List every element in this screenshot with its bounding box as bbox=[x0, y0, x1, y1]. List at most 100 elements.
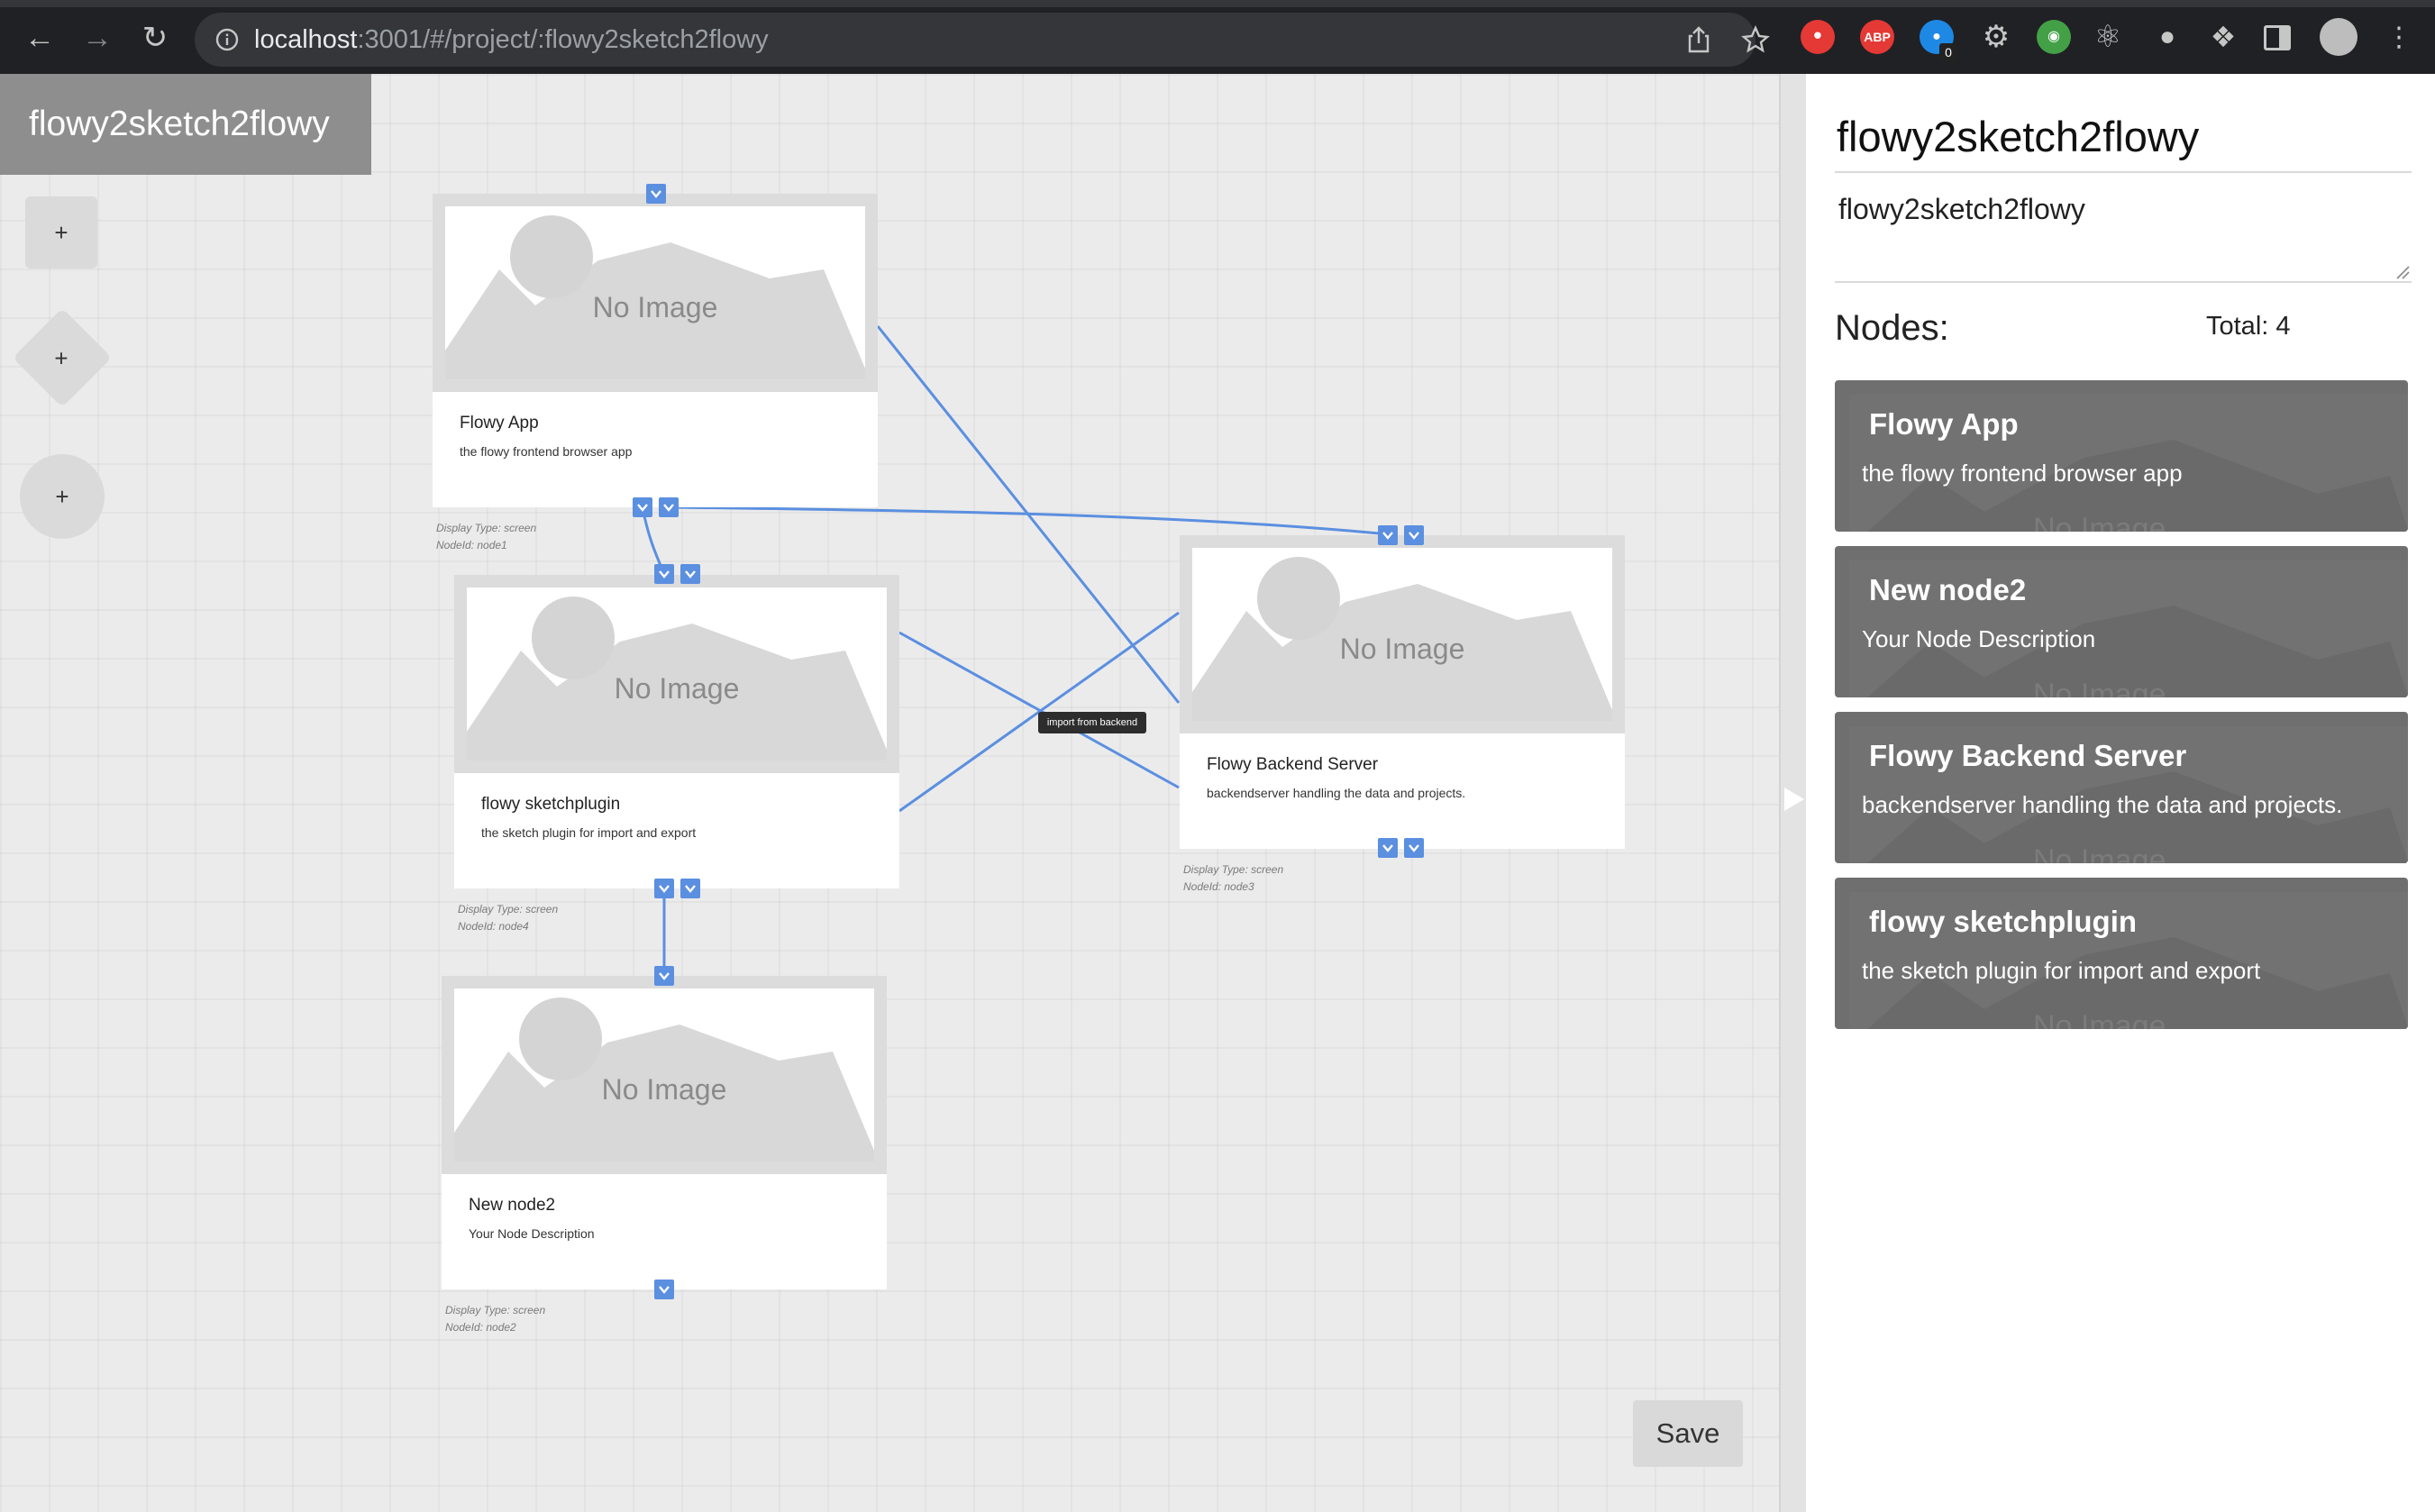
adblock-icon[interactable]: ABP bbox=[1860, 20, 1894, 54]
list-item-description: the sketch plugin for import and export bbox=[1862, 957, 2261, 984]
back-icon[interactable]: ← bbox=[20, 18, 59, 58]
node-title: New node2 bbox=[469, 1196, 556, 1215]
chevron-down-icon bbox=[651, 190, 661, 198]
connection-handle[interactable] bbox=[654, 564, 674, 584]
project-side-panel: flowy2sketch2flowy Nodes: Total: 4 No Im… bbox=[1806, 74, 2435, 1512]
placeholder-frame: No Image bbox=[467, 587, 887, 761]
kebab-menu-icon[interactable]: ⋮ bbox=[2379, 18, 2419, 58]
list-item-title: New node2 bbox=[1869, 573, 2027, 606]
list-item-description: backendserver handling the data and proj… bbox=[1862, 791, 2343, 818]
bubbles-extension-icon[interactable]: ● bbox=[2150, 20, 2184, 54]
react-devtools-icon[interactable]: ⚛ bbox=[2091, 20, 2125, 54]
panel-splitter[interactable] bbox=[1779, 74, 1806, 1512]
forward-icon[interactable]: → bbox=[78, 18, 117, 58]
gear-extension-icon[interactable]: ⚙ bbox=[1979, 20, 2013, 54]
node-title: Flowy App bbox=[460, 414, 539, 433]
connection-handle[interactable] bbox=[654, 879, 674, 898]
chevron-down-icon bbox=[659, 570, 670, 578]
bookmark-star-icon[interactable] bbox=[1741, 25, 1770, 54]
nodes-total: Total: 4 bbox=[2206, 312, 2291, 341]
list-item-description: the flowy frontend browser app bbox=[1862, 460, 2183, 487]
node-image-placeholder: No Image bbox=[1180, 535, 1625, 733]
chevron-down-icon bbox=[1382, 532, 1393, 540]
node-meta: Display Type: screen NodeId: node4 bbox=[458, 901, 558, 935]
save-button[interactable]: Save bbox=[1633, 1400, 1743, 1467]
connection-handle[interactable] bbox=[680, 879, 700, 898]
connection-handle[interactable] bbox=[1404, 838, 1424, 858]
node-list-item[interactable]: No Image flowy sketchplugin the sketch p… bbox=[1835, 878, 2408, 1029]
tab-strip bbox=[0, 0, 2435, 7]
no-image-text: No Image bbox=[1339, 633, 1465, 665]
connection-handle[interactable] bbox=[1378, 525, 1398, 545]
side-panel-icon[interactable] bbox=[2264, 25, 2291, 50]
side-panel-icon-fill bbox=[2279, 28, 2288, 48]
no-image-text: No Image bbox=[592, 291, 718, 323]
puzzle-extensions-icon[interactable]: ❖ bbox=[2206, 20, 2240, 54]
connection-handle[interactable] bbox=[1378, 838, 1398, 858]
placeholder-frame: No Image bbox=[445, 206, 865, 379]
connection-handle[interactable] bbox=[646, 184, 666, 204]
reload-icon[interactable]: ↻ bbox=[135, 18, 175, 58]
node-id: NodeId: node2 bbox=[445, 1321, 516, 1334]
node-list-item[interactable]: No Image New node2 Your Node Description bbox=[1835, 546, 2408, 697]
project-title[interactable]: flowy2sketch2flowy bbox=[1837, 112, 2199, 161]
list-item-title: Flowy App bbox=[1869, 407, 2019, 441]
node-display-type: Display Type: screen bbox=[445, 1304, 546, 1316]
no-image-ghost: No Image bbox=[2033, 678, 2166, 697]
node-card: Flowy Backend Server backendserver handl… bbox=[1180, 733, 1625, 849]
no-image-text: No Image bbox=[614, 672, 740, 705]
nodes-heading: Nodes: bbox=[1835, 308, 1949, 348]
node-description: the sketch plugin for import and export bbox=[481, 825, 697, 840]
node-description: Your Node Description bbox=[469, 1226, 595, 1241]
node-display-type: Display Type: screen bbox=[1183, 863, 1284, 876]
node-id: NodeId: node1 bbox=[436, 539, 507, 551]
url-host: localhost bbox=[254, 25, 358, 54]
connection-handle[interactable] bbox=[680, 564, 700, 584]
chevron-down-icon bbox=[685, 885, 696, 893]
node-title: Flowy Backend Server bbox=[1207, 755, 1379, 774]
node-list-item[interactable]: No Image Flowy App the flowy frontend br… bbox=[1835, 380, 2408, 532]
project-description-field[interactable] bbox=[1835, 189, 2412, 283]
node-meta: Display Type: screen NodeId: node1 bbox=[436, 520, 536, 554]
placeholder-frame: No Image bbox=[1192, 548, 1612, 721]
connection-handle[interactable] bbox=[659, 497, 679, 517]
site-info-icon[interactable] bbox=[214, 27, 240, 52]
globe-extension-icon[interactable]: ◉ bbox=[2037, 20, 2071, 54]
address-bar[interactable]: localhost:3001/#/project/:flowy2sketch2f… bbox=[195, 13, 1770, 67]
connection-handle[interactable] bbox=[633, 497, 652, 517]
placeholder-frame: No Image bbox=[454, 988, 874, 1161]
chevron-down-icon bbox=[637, 504, 648, 512]
chevron-down-icon bbox=[659, 885, 670, 893]
add-circle-node-button[interactable]: + bbox=[20, 454, 105, 539]
resize-grip-icon[interactable] bbox=[2395, 265, 2410, 279]
connection-handle[interactable] bbox=[1404, 525, 1424, 545]
node-image-placeholder: No Image bbox=[433, 194, 878, 392]
chevron-down-icon bbox=[685, 570, 696, 578]
url-text: localhost:3001/#/project/:flowy2sketch2f… bbox=[254, 25, 769, 55]
no-image-ghost: No Image bbox=[2033, 1009, 2166, 1029]
node-image-placeholder: No Image bbox=[454, 575, 899, 773]
node-id: NodeId: node4 bbox=[458, 920, 529, 933]
node-card: New node2 Your Node Description bbox=[442, 1174, 887, 1289]
node-display-type: Display Type: screen bbox=[458, 903, 559, 915]
expand-arrow-icon[interactable] bbox=[1784, 788, 1804, 811]
node-card: Flowy App the flowy frontend browser app bbox=[433, 392, 878, 507]
extension-shield-icon[interactable]: ⚫ bbox=[1801, 20, 1835, 54]
no-image-text: No Image bbox=[601, 1073, 727, 1106]
chevron-down-icon bbox=[659, 972, 670, 980]
add-rect-node-button[interactable]: + bbox=[25, 196, 97, 269]
edge-label-tooltip: import from backend bbox=[1038, 712, 1146, 733]
share-icon[interactable] bbox=[1685, 25, 1712, 54]
list-item-description: Your Node Description bbox=[1862, 625, 2096, 652]
connection-handle[interactable] bbox=[654, 966, 674, 986]
node-display-type: Display Type: screen bbox=[436, 522, 537, 534]
node-card: flowy sketchplugin the sketch plugin for… bbox=[454, 773, 899, 888]
node-description: backendserver handling the data and proj… bbox=[1207, 786, 1466, 800]
node-list-item[interactable]: No Image Flowy Backend Server backendser… bbox=[1835, 712, 2408, 863]
list-item-title: flowy sketchplugin bbox=[1869, 905, 2138, 938]
node-title: flowy sketchplugin bbox=[481, 795, 621, 814]
browser-toolbar: ← → ↻ localhost:3001/#/project/:flowy2sk… bbox=[0, 0, 2435, 74]
connection-handle[interactable] bbox=[654, 1280, 674, 1299]
chevron-down-icon bbox=[1409, 844, 1419, 852]
profile-avatar[interactable] bbox=[2320, 18, 2357, 56]
